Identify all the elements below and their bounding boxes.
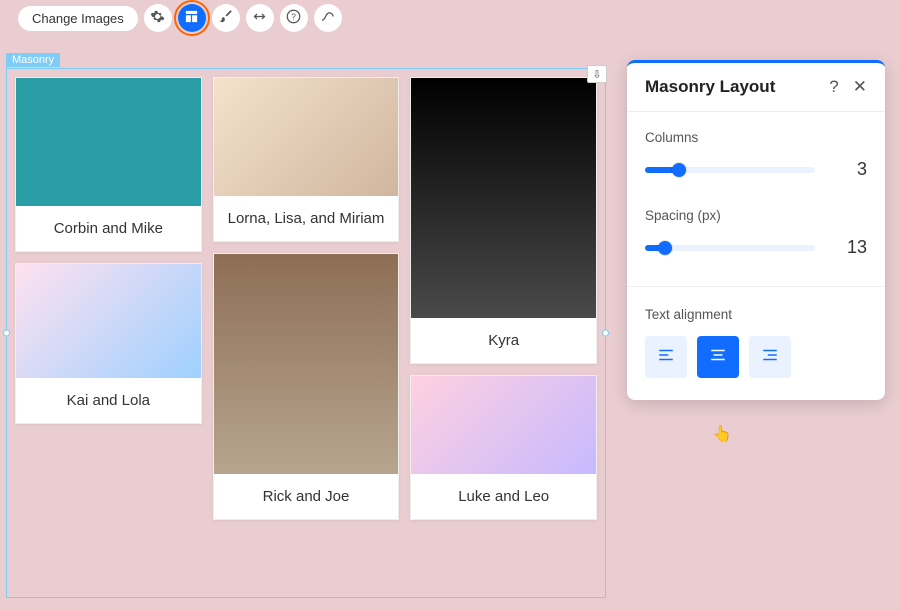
arrows-h-icon [252, 9, 267, 28]
svg-text:?: ? [292, 12, 297, 21]
align-right-button[interactable] [749, 336, 791, 378]
help-button[interactable]: ? [280, 4, 308, 32]
animation-button[interactable] [314, 4, 342, 32]
thumbnail [214, 254, 399, 474]
columns-value: 3 [839, 159, 867, 180]
gallery-frame[interactable]: ⇩ Corbin and Mike Kai and Lola Lorna, Li… [6, 68, 606, 598]
thumbnail [411, 376, 596, 474]
panel-header: Masonry Layout ? ✕ [627, 63, 885, 112]
thumbnail [16, 78, 201, 206]
panel-title: Masonry Layout [645, 77, 775, 97]
thumbnail [411, 78, 596, 318]
gallery-card[interactable]: Kai and Lola [15, 263, 202, 424]
caption: Corbin and Mike [16, 206, 201, 251]
brush-icon [218, 9, 233, 28]
align-left-button[interactable] [645, 336, 687, 378]
caption: Luke and Leo [411, 474, 596, 519]
change-images-button[interactable]: Change Images [18, 6, 138, 31]
gear-icon [150, 9, 165, 28]
panel-help-icon[interactable]: ? [829, 77, 838, 97]
resize-handle-left[interactable] [3, 330, 10, 337]
align-center-button[interactable] [697, 336, 739, 378]
canvas: Masonry ⇩ Corbin and Mike Kai and Lola L… [6, 50, 606, 600]
masonry-grid: Corbin and Mike Kai and Lola Lorna, Lisa… [15, 77, 597, 520]
align-right-icon [761, 346, 779, 369]
columns-slider[interactable] [645, 167, 815, 173]
caption: Kyra [411, 318, 596, 363]
gallery-card[interactable]: Rick and Joe [213, 253, 400, 520]
caption: Lorna, Lisa, and Miriam [214, 196, 399, 241]
cursor-icon: 👆 [712, 424, 732, 444]
design-button[interactable] [212, 4, 240, 32]
download-icon[interactable]: ⇩ [587, 65, 607, 83]
close-icon[interactable]: ✕ [853, 77, 867, 97]
align-left-icon [657, 346, 675, 369]
question-icon: ? [286, 9, 301, 28]
caption: Rick and Joe [214, 474, 399, 519]
spacing-slider[interactable] [645, 245, 815, 251]
layout-icon [184, 9, 199, 28]
alignment-label: Text alignment [645, 307, 867, 322]
settings-button[interactable] [144, 4, 172, 32]
gallery-card[interactable]: Corbin and Mike [15, 77, 202, 252]
thumbnail [214, 78, 399, 196]
spacing-value: 13 [839, 237, 867, 258]
gallery-card[interactable]: Lorna, Lisa, and Miriam [213, 77, 400, 242]
curve-icon [320, 9, 335, 28]
caption: Kai and Lola [16, 378, 201, 423]
widget-label: Masonry [6, 53, 60, 67]
stretch-button[interactable] [246, 4, 274, 32]
gallery-card[interactable]: Kyra [410, 77, 597, 364]
gallery-card[interactable]: Luke and Leo [410, 375, 597, 520]
layout-panel: Masonry Layout ? ✕ Columns 3 Spacing (px… [627, 60, 885, 400]
align-center-icon [709, 346, 727, 369]
thumbnail [16, 264, 201, 378]
layout-button[interactable] [178, 4, 206, 32]
resize-handle-right[interactable] [602, 330, 609, 337]
columns-label: Columns [645, 130, 867, 145]
toolbar: Change Images ? [0, 0, 900, 36]
spacing-label: Spacing (px) [645, 208, 867, 223]
